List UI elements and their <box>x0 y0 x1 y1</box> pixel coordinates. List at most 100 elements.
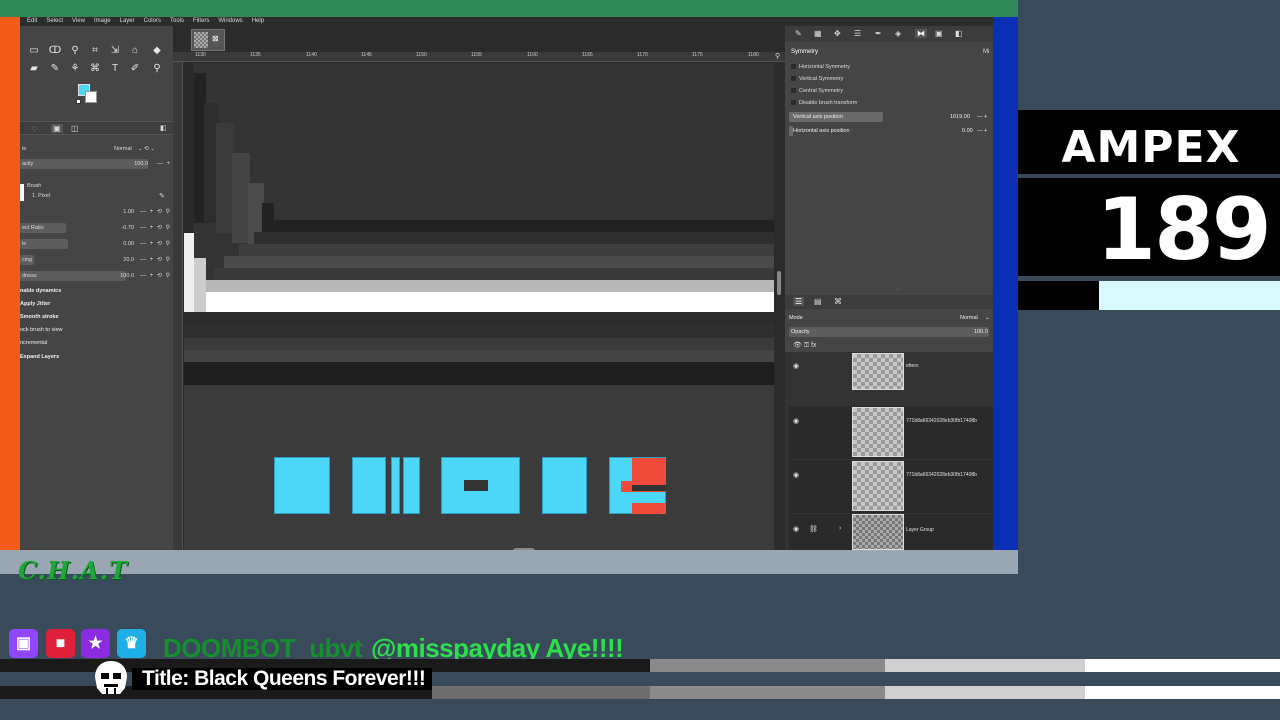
top-border <box>0 0 1018 17</box>
menu-view[interactable]: View <box>72 17 85 26</box>
canvas-area[interactable]: ⊠ 1130 1135 1140 1145 1150 1155 1160 116… <box>173 26 785 550</box>
dock-menu-icon[interactable]: ◧ <box>160 124 167 132</box>
close-tab-icon[interactable]: ⊠ <box>212 34 219 43</box>
lock-icons[interactable]: 👁 ⚿ fx <box>793 341 817 350</box>
angle-slider[interactable] <box>20 239 68 249</box>
visibility-eye-icon[interactable]: ◉ <box>793 471 799 479</box>
layer-mode-row[interactable]: Mode Normal ⌄ <box>789 313 990 323</box>
transform-icon[interactable]: ⇲ <box>107 43 123 59</box>
lock-brush-check[interactable]: ock brush to view <box>20 327 63 333</box>
horizontal-axis-field[interactable]: Horizontal axis position 0.00 — + <box>789 126 989 136</box>
opacity-row[interactable]: acity 100.0 — + <box>20 158 173 170</box>
size-row[interactable]: 1.00 — + ⟲ ⚲ <box>20 206 173 218</box>
hardness-row[interactable]: dness 100.0 — + ⟲ ⚲ <box>20 270 173 282</box>
opacity-stepper-icons[interactable]: — + <box>157 158 171 170</box>
tool-options-tab-icon[interactable]: ▣ <box>51 124 63 133</box>
vertical-axis-field[interactable]: Vertical axis position 1019.00 — + <box>789 112 989 122</box>
vertical-scrollbar[interactable] <box>777 271 781 295</box>
symmetry-tab-icon[interactable]: ⧓ <box>915 29 927 38</box>
fuzzy-select-icon[interactable]: ⚲ <box>67 43 83 59</box>
aspect-ratio-row[interactable]: ect Ratio -0.70 — + ⟲ ⚲ <box>20 222 173 234</box>
mode-row[interactable]: le Normal ⌄ ⟲ ⌄ <box>20 143 173 155</box>
smooth-stroke-check[interactable]: Smooth stroke <box>20 314 59 320</box>
central-symmetry-check[interactable]: Central Symmetry <box>791 86 843 96</box>
enable-dynamics-check[interactable]: nable dynamics <box>20 288 61 294</box>
channels-tab-icon[interactable]: ▤ <box>814 297 822 306</box>
pattern-tab-icon[interactable]: ▦ <box>814 29 822 38</box>
bucket-fill-icon[interactable]: ◆ <box>149 43 165 59</box>
visibility-eye-icon[interactable]: ◉ <box>793 417 799 425</box>
warp-icon[interactable]: ⌂ <box>127 43 143 59</box>
menu-layer[interactable]: Layer <box>120 17 135 26</box>
color-picker-icon[interactable]: ✐ <box>127 61 143 77</box>
horizontal-symmetry-check[interactable]: Horizontal Symmetry <box>791 62 850 72</box>
opacity-slider[interactable] <box>20 159 148 169</box>
incremental-check[interactable]: ncremental <box>20 340 47 346</box>
fonts-tab-icon[interactable]: ✥ <box>834 29 841 38</box>
smudge-icon[interactable]: ✎ <box>47 61 63 77</box>
image-canvas[interactable] <box>184 63 774 428</box>
path-icon[interactable]: ⌘ <box>87 61 103 77</box>
vertical-symmetry-check[interactable]: Vertical Symmetry <box>791 74 843 84</box>
expand-group-icon[interactable]: › <box>839 525 841 532</box>
undo-history-icon[interactable]: ◫ <box>71 124 79 133</box>
menu-windows[interactable]: Windows <box>218 17 242 26</box>
disable-brush-transform-check[interactable]: Disable brush transform <box>791 98 857 108</box>
menu-help[interactable]: Help <box>252 17 264 26</box>
zoom-nav-icon[interactable]: ⚲ <box>775 52 780 60</box>
text-tool-icon[interactable]: T <box>107 61 123 77</box>
menu-colors[interactable]: Colors <box>144 17 161 26</box>
menu-filters[interactable]: Filters <box>193 17 209 26</box>
horizontal-axis-stepper[interactable]: — + <box>977 126 987 136</box>
lasso-icon[interactable]: ↀ <box>47 43 63 59</box>
rect-select-icon[interactable]: ▭ <box>26 43 42 59</box>
paths-dock-tab-icon[interactable]: ⌘ <box>834 297 842 306</box>
size-stepper-icons[interactable]: — + ⟲ ⚲ <box>140 206 171 218</box>
brush-tab-icon[interactable]: ✎ <box>795 29 802 38</box>
zoom-icon[interactable]: ⚲ <box>149 61 165 77</box>
menu-tools[interactable]: Tools <box>170 17 184 26</box>
menu-select[interactable]: Select <box>46 17 63 26</box>
vertical-axis-stepper[interactable]: — + <box>977 112 987 122</box>
layer-group-row[interactable]: ◉ ⛓ › Layer Group <box>789 514 993 550</box>
images-tab-icon[interactable]: ▣ <box>935 29 943 38</box>
spacing-stepper-icons[interactable]: — + ⟲ ⚲ <box>140 254 171 266</box>
vertical-ruler[interactable] <box>173 62 183 550</box>
edit-brush-icon[interactable]: ✎ <box>159 192 165 200</box>
letter-block-1 <box>274 457 330 514</box>
layer-row[interactable]: ◉ etters <box>789 352 993 405</box>
angle-row[interactable]: le 0.00 — + ⟲ ⚲ <box>20 238 173 250</box>
spacing-row[interactable]: cing 20.0 — + ⟲ ⚲ <box>20 254 173 266</box>
dock-resize-handle[interactable]: ··· <box>895 287 901 293</box>
layer-row[interactable]: ◉ 771b8a66342028eb30fb17408b <box>789 406 993 459</box>
layer-opacity-row[interactable]: Opacity 100.0 <box>789 327 989 337</box>
horizontal-ruler[interactable]: 1130 1135 1140 1145 1150 1155 1160 1165 … <box>173 52 785 62</box>
visibility-eye-icon[interactable]: ◉ <box>793 525 799 533</box>
menu-image[interactable]: Image <box>94 17 111 26</box>
apply-jitter-check[interactable]: Apply Jitter <box>20 301 50 307</box>
paths-tab-icon[interactable]: ✒ <box>875 29 882 38</box>
brush-preview[interactable] <box>20 184 24 201</box>
dynamics-tab-icon[interactable]: ◈ <box>895 29 901 38</box>
crop-icon[interactable]: ⌗ <box>87 43 103 59</box>
device-status-icon[interactable]: ◌ <box>32 124 37 133</box>
letter-block-4 <box>403 457 420 514</box>
image-tab-thumbnail[interactable]: ⊠ <box>191 29 225 51</box>
background-color-swatch[interactable] <box>85 91 97 103</box>
visibility-eye-icon[interactable]: ◉ <box>793 362 799 370</box>
palette-tab-icon[interactable]: ◧ <box>955 29 963 38</box>
aspect-stepper-icons[interactable]: — + ⟲ ⚲ <box>140 222 171 234</box>
hardness-stepper-icons[interactable]: — + ⟲ ⚲ <box>140 270 171 282</box>
clone-icon[interactable]: ⚘ <box>67 61 83 77</box>
expand-layers-check[interactable]: Expand Layers <box>20 354 59 360</box>
angle-stepper-icons[interactable]: — + ⟲ ⚲ <box>140 238 171 250</box>
layer-row[interactable]: ◉ 771b8a66342028eb30fb17408b <box>789 460 993 513</box>
gradient-tab-icon[interactable]: ☰ <box>854 29 861 38</box>
layer-mode-dropdown-icon[interactable]: ⌄ <box>985 313 990 323</box>
chain-link-icon[interactable]: ⛓ <box>809 525 818 533</box>
layers-tab-icon[interactable]: ☰ <box>793 297 805 306</box>
mode-dropdown-icon[interactable]: ⌄ ⟲ ⌄ <box>138 143 155 155</box>
default-colors-icon[interactable] <box>76 99 81 104</box>
menu-edit[interactable]: Edit <box>27 17 37 26</box>
eraser-icon[interactable]: ▰ <box>26 61 42 77</box>
